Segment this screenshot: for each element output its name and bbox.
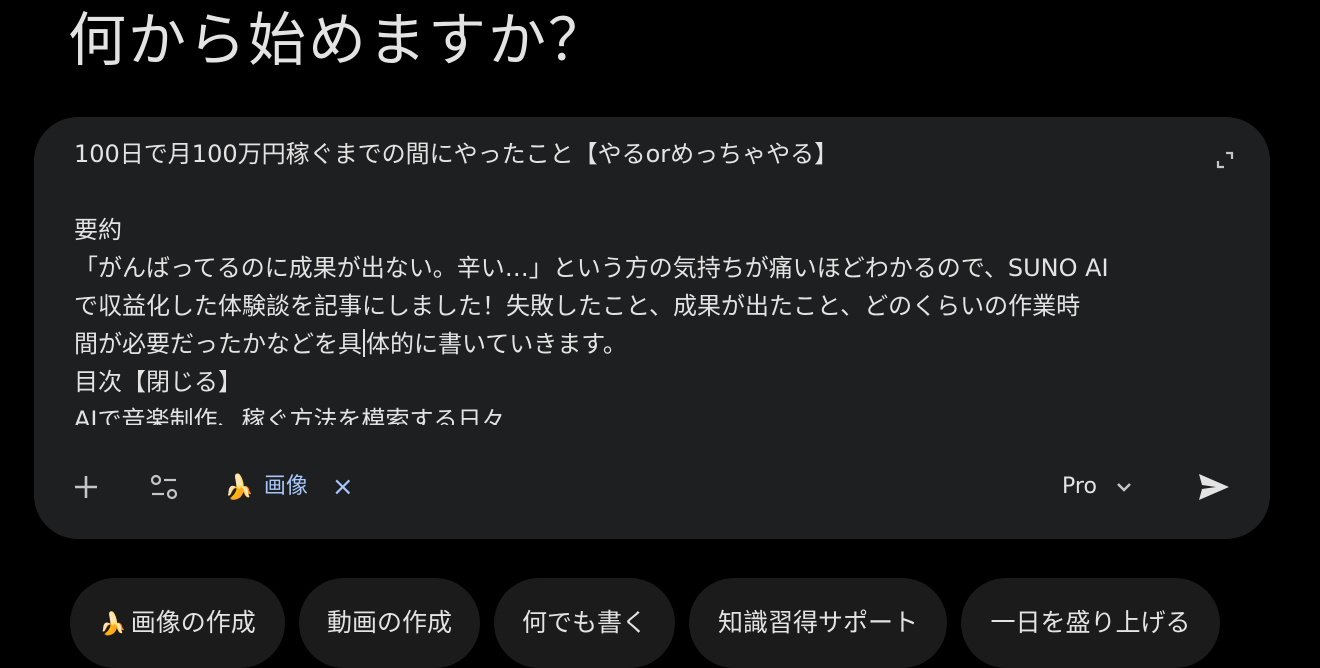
suggestion-label: 何でも書く bbox=[521, 608, 647, 637]
suggestion-liven-up-day[interactable]: 一日を盛り上げる bbox=[961, 578, 1220, 668]
suggestion-write-anything[interactable]: 何でも書く bbox=[494, 578, 675, 668]
plus-icon bbox=[75, 476, 97, 498]
send-button[interactable] bbox=[1192, 465, 1236, 509]
prompt-text-after-caret: 体的に書いていきます。 bbox=[366, 330, 627, 358]
prompt-line: 「がんばってるのに成果が出ない。辛い…」という方の気持ちが痛いほどわかるので、S… bbox=[74, 254, 1109, 282]
prompt-line: 要約 bbox=[74, 216, 122, 244]
prompt-composer: 100日で月100万円稼ぐまでの間にやったこと【やるorめっちゃやる】 要約 「… bbox=[34, 117, 1270, 539]
suggestion-create-image[interactable]: 🍌 画像の作成 bbox=[70, 578, 285, 668]
suggestion-learning-support[interactable]: 知識習得サポート bbox=[689, 578, 947, 668]
expand-icon bbox=[1216, 151, 1234, 169]
prompt-line: 目次【閉じる】 bbox=[74, 368, 242, 396]
suggestion-label: 動画の作成 bbox=[326, 608, 452, 637]
suggestion-label: 一日を盛り上げる bbox=[990, 608, 1191, 637]
suggestion-label: 知識習得サポート bbox=[717, 608, 918, 637]
chevron-down-icon bbox=[1117, 483, 1131, 492]
banana-icon: 🍌 bbox=[99, 612, 127, 637]
prompt-line: で収益化した体験談を記事にしました！失敗したこと、成果が出たこと、どのくらいの作… bbox=[74, 292, 1081, 320]
send-icon bbox=[1199, 474, 1229, 500]
close-icon[interactable]: × bbox=[332, 465, 354, 509]
prompt-text-before-caret: 間が必要だったかなどを具 bbox=[74, 330, 362, 358]
model-label: Pro bbox=[1062, 474, 1097, 499]
tools-icon bbox=[150, 474, 178, 500]
image-tool-chip[interactable]: 🍌 画像 × bbox=[224, 465, 354, 509]
suggestion-label: 画像の作成 bbox=[130, 608, 256, 637]
tools-button[interactable] bbox=[144, 467, 184, 507]
composer-toolbar: 🍌 画像 × Pro bbox=[34, 463, 1270, 511]
image-chip-label: 画像 bbox=[263, 474, 308, 499]
banana-icon: 🍌 bbox=[224, 473, 254, 501]
prompt-line-with-caret: 間が必要だったかなどを具 体的に書いていきます。 bbox=[74, 325, 1194, 363]
add-button[interactable] bbox=[66, 467, 106, 507]
text-caret bbox=[363, 329, 365, 357]
expand-button[interactable] bbox=[1210, 145, 1240, 175]
page-title: 何から始めますか？ bbox=[68, 6, 609, 74]
prompt-line: 100日で月100万円稼ぐまでの間にやったこと【やるorめっちゃやる】 bbox=[74, 140, 839, 168]
prompt-input[interactable]: 100日で月100万円稼ぐまでの間にやったこと【やるorめっちゃやる】 要約 「… bbox=[74, 139, 1194, 425]
page: 何から始めますか？ 100日で月100万円稼ぐまでの間にやったこと【やるorめっ… bbox=[0, 0, 1320, 668]
prompt-line bbox=[74, 173, 1194, 211]
model-selector[interactable]: Pro bbox=[1062, 465, 1133, 509]
prompt-line: AIで音楽制作、稼ぐ方法を模索する日々 bbox=[74, 406, 506, 425]
suggestion-create-video[interactable]: 動画の作成 bbox=[299, 578, 480, 668]
